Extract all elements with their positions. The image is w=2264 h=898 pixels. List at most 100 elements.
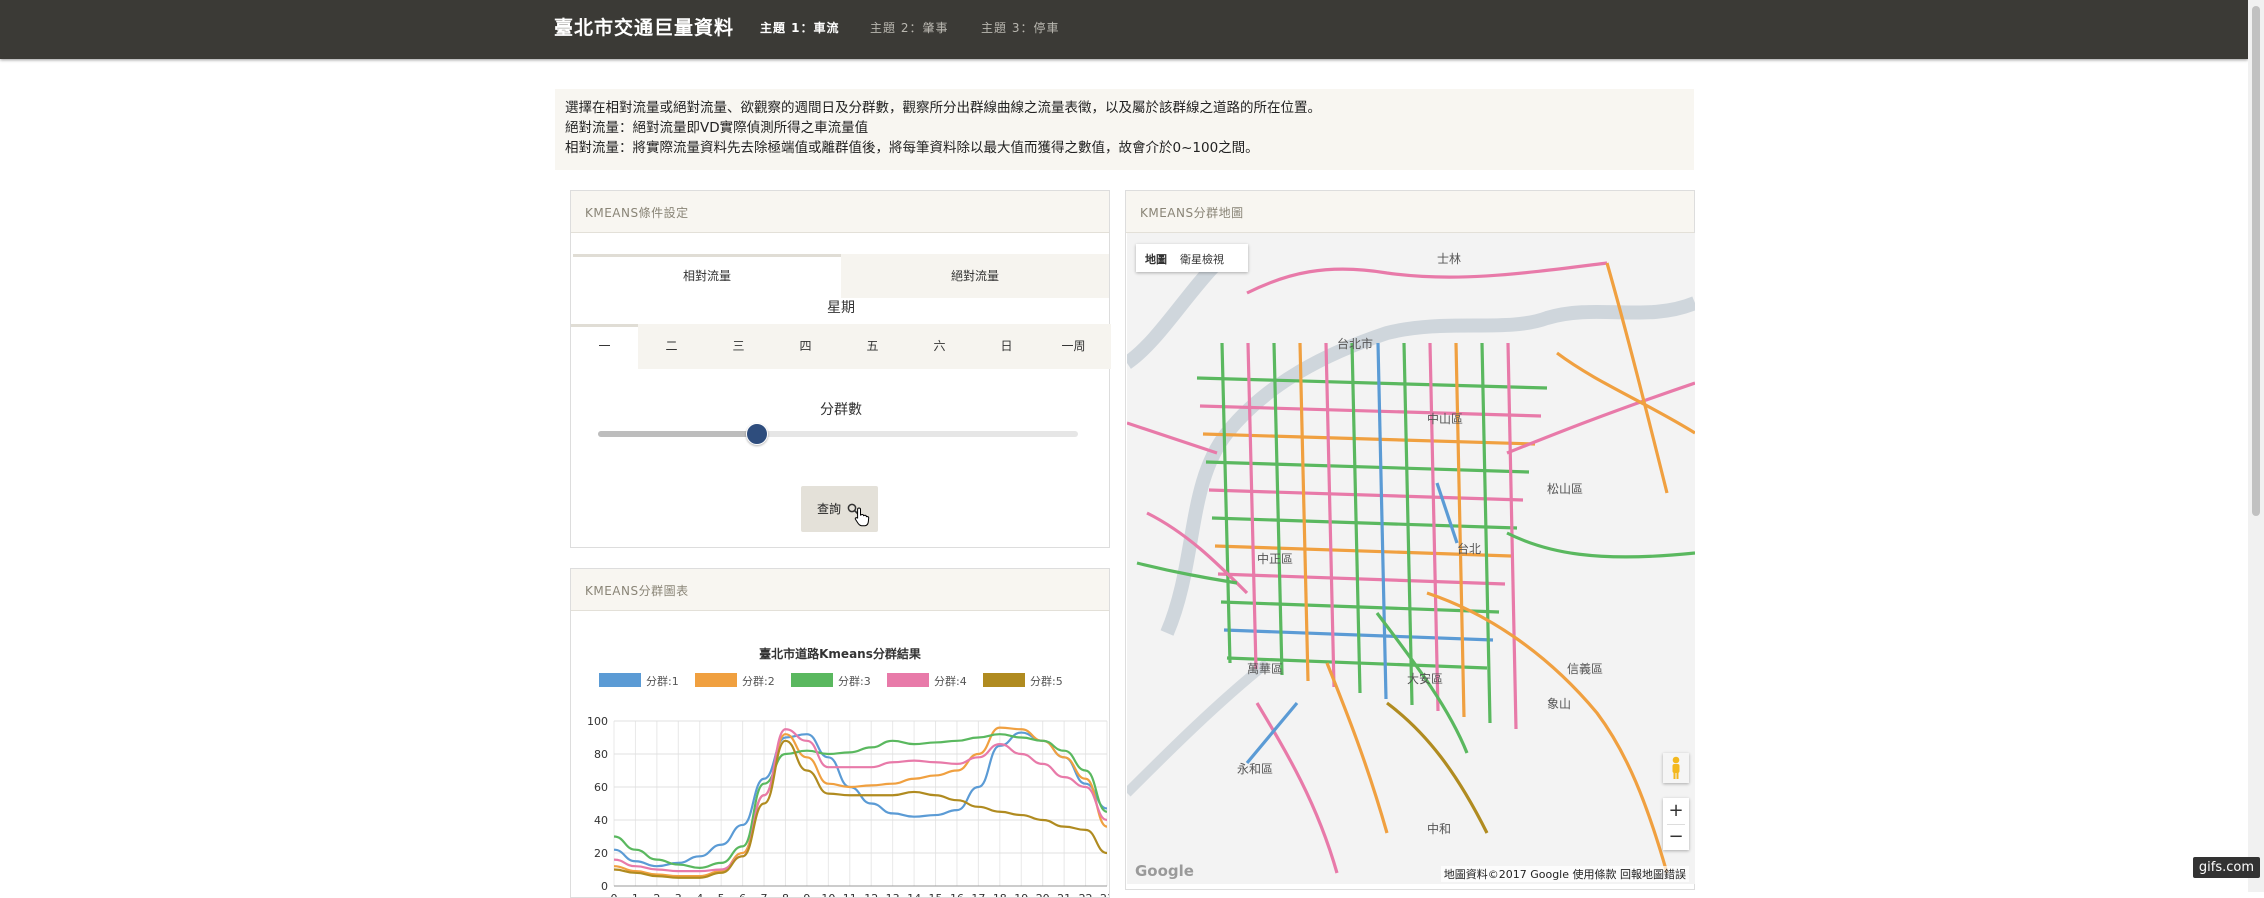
- page-scrollbar[interactable]: [2248, 0, 2264, 892]
- cluster-map[interactable]: 台北市 中山區 松山區 信義區 大安區 中正區 永和區 萬華區 台北 象山 士林 中和 地圖 衛星檢視…: [1127, 233, 1695, 884]
- satellite-type-button[interactable]: 衛星檢視: [1180, 251, 1224, 267]
- road-extra-3: [1325, 662, 1389, 834]
- site-brand[interactable]: 臺北市交通巨量資料: [554, 13, 734, 40]
- map-attribution[interactable]: 地圖資料©2017 Google 使用條款 回報地圖錯誤: [1440, 866, 1689, 882]
- flow-type-tabs: 相對流量 絕對流量: [571, 254, 1111, 298]
- intro-box: 選擇在相對流量或絕對流量、欲觀察的週間日及分群數，觀察所分出群線曲線之流量表徵，…: [555, 89, 1694, 170]
- x-tick-0: 0: [611, 892, 618, 897]
- road-h-5: [1211, 516, 1518, 530]
- day-tab-week[interactable]: 一周: [1040, 324, 1107, 369]
- zoom-out-button[interactable]: −: [1663, 824, 1689, 850]
- day-tab-sun[interactable]: 日: [973, 324, 1040, 369]
- road-extra-10: [1506, 531, 1695, 559]
- x-tick-17: 17: [971, 892, 985, 897]
- road-extra-9: [1245, 701, 1299, 765]
- gifs-watermark: gifs.com: [2192, 857, 2260, 878]
- y-tick-80: 80: [594, 748, 608, 761]
- y-tick-60: 60: [594, 781, 608, 794]
- road-extra-13: [1386, 701, 1489, 834]
- pegman-control[interactable]: [1663, 753, 1689, 783]
- legend-label-3: 分群:3: [838, 674, 871, 688]
- cluster-count-label: 分群數: [820, 402, 862, 418]
- map-panel-title: KMEANS分群地圖: [1126, 191, 1694, 233]
- road-extra-12: [1435, 482, 1459, 544]
- nav-tab-traffic[interactable]: 主題 1：車流: [760, 19, 840, 36]
- zoom-in-button[interactable]: +: [1663, 798, 1689, 824]
- y-tick-40: 40: [594, 814, 608, 827]
- road-extra-6: [1556, 351, 1695, 435]
- cluster-count-slider[interactable]: [598, 423, 1078, 445]
- nav-tab-parking[interactable]: 主題 3：停車: [981, 19, 1059, 36]
- top-navbar: 臺北市交通巨量資料 主題 1：車流 主題 2：肇事 主題 3：停車: [0, 0, 2248, 59]
- x-tick-20: 20: [1036, 892, 1050, 897]
- x-tick-8: 8: [782, 892, 789, 897]
- x-tick-14: 14: [907, 892, 921, 897]
- day-tab-mon[interactable]: 一: [571, 324, 638, 369]
- slider-thumb[interactable]: [746, 423, 769, 445]
- road-extra-11: [1127, 421, 1218, 455]
- x-tick-5: 5: [718, 892, 725, 897]
- series-line-1: [613, 731, 1108, 868]
- day-tab-tue[interactable]: 二: [638, 324, 705, 369]
- road-extra-7: [1605, 262, 1669, 494]
- google-logo: Google: [1135, 862, 1194, 880]
- day-tab-wed[interactable]: 三: [705, 324, 772, 369]
- map-label-6: 永和區: [1237, 762, 1273, 776]
- x-tick-10: 10: [821, 892, 835, 897]
- map-label-3: 信義區: [1567, 661, 1603, 676]
- map-label-5: 中正區: [1257, 551, 1293, 566]
- x-tick-18: 18: [993, 892, 1007, 897]
- nav-tab-accident[interactable]: 主題 2：肇事: [870, 19, 948, 36]
- legend-swatch-5: [983, 673, 1025, 687]
- x-tick-11: 11: [843, 892, 857, 897]
- road-v-14: [1298, 342, 1310, 682]
- map-label-8: 台北: [1457, 541, 1481, 556]
- x-tick-19: 19: [1014, 892, 1028, 897]
- road-v-16: [1350, 342, 1362, 694]
- legend-swatch-1: [599, 673, 641, 687]
- x-tick-21: 21: [1057, 892, 1071, 897]
- y-tick-100: 100: [587, 715, 608, 728]
- road-v-21: [1480, 342, 1492, 724]
- map-label-0: 台北市: [1337, 336, 1373, 351]
- legend-label-2: 分群:2: [742, 674, 775, 688]
- road-v-11: [1220, 342, 1232, 664]
- kmeans-line-chart: 臺北市道路Kmeans分群結果分群:1 分群:2 分群:3 分群:4 分群:502040…: [587, 646, 1109, 897]
- kmeans-map-panel: KMEANS分群地圖 台北市 中山區 松山區 信義區 大安區 中正區 永和區 萬華區 台北 象山 士…: [1125, 190, 1695, 890]
- map-label-11: 中和: [1427, 821, 1451, 836]
- road-v-20: [1454, 342, 1466, 718]
- chart-panel-title: KMEANS分群圖表: [571, 569, 1109, 611]
- x-tick-4: 4: [696, 892, 703, 897]
- x-tick-16: 16: [950, 892, 964, 897]
- legend-label-1: 分群:1: [646, 674, 679, 688]
- tab-absolute-flow[interactable]: 絕對流量: [841, 254, 1109, 298]
- tab-relative-flow[interactable]: 相對流量: [573, 254, 841, 298]
- query-button[interactable]: 查詢: [801, 486, 878, 532]
- map-label-4: 大安區: [1407, 671, 1443, 686]
- x-tick-1: 1: [632, 892, 639, 897]
- x-tick-13: 13: [886, 892, 900, 897]
- intro-line-2: 絕對流量：絕對流量即VD實際偵測所得之車流量值: [565, 120, 869, 136]
- x-tick-23: 23: [1100, 892, 1109, 897]
- week-label: 星期: [827, 300, 855, 316]
- road-extra-0: [1246, 261, 1608, 295]
- chart-title: 臺北市道路Kmeans分群結果: [759, 646, 921, 661]
- map-canvas[interactable]: 台北市中山區松山區信義區大安區 中正區永和區 萬華區 台北象山 士林中和: [1127, 233, 1695, 884]
- legend-swatch-3: [791, 673, 833, 687]
- kmeans-settings-panel: KMEANS條件設定 相對流量 絕對流量 星期 一 二 三 四 五 六 日 一周…: [570, 190, 1111, 548]
- scrollbar-thumb[interactable]: [2252, 6, 2260, 516]
- day-tab-fri[interactable]: 五: [839, 324, 906, 369]
- day-tab-sat[interactable]: 六: [906, 324, 973, 369]
- x-tick-22: 22: [1079, 892, 1093, 897]
- intro-line-3: 相對流量：將實際流量資料先去除極端值或離群值後，將每筆資料除以最大值而獲得之數值…: [565, 140, 1259, 156]
- legend-swatch-4: [887, 673, 929, 687]
- map-label-10: 士林: [1437, 252, 1461, 266]
- day-tab-thu[interactable]: 四: [772, 324, 839, 369]
- x-tick-6: 6: [739, 892, 746, 897]
- map-type-button[interactable]: 地圖: [1145, 251, 1167, 267]
- y-tick-0: 0: [601, 880, 608, 893]
- x-tick-12: 12: [864, 892, 878, 897]
- y-tick-20: 20: [594, 847, 608, 860]
- pegman-icon: [1672, 756, 1680, 779]
- settings-panel-title: KMEANS條件設定: [571, 191, 1109, 233]
